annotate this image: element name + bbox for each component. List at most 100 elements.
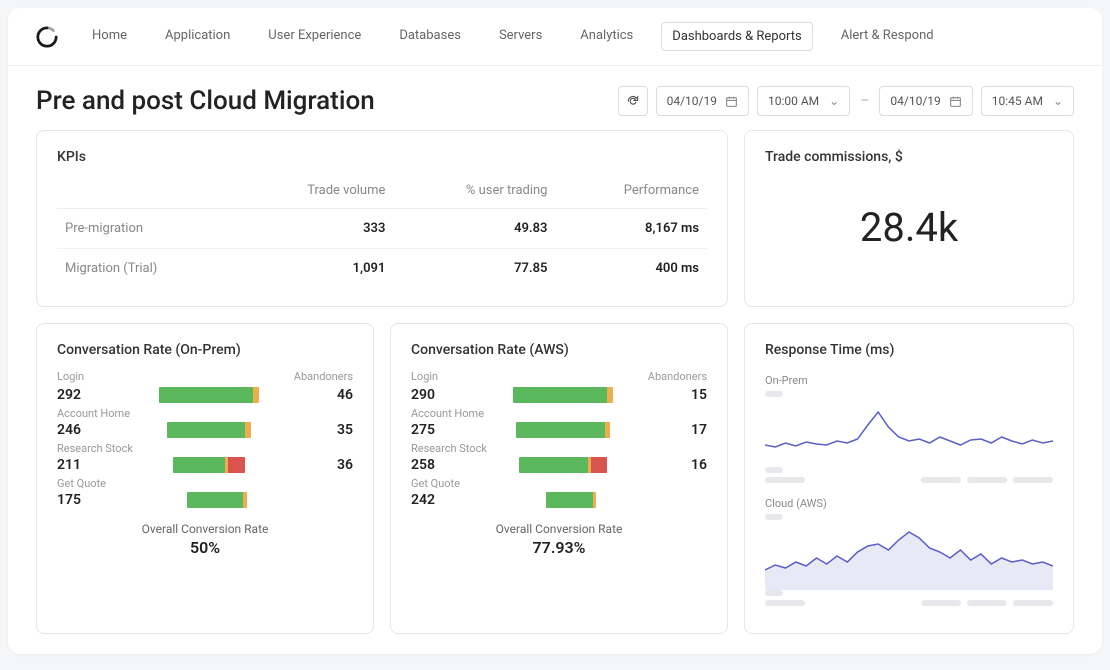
funnel-overall-pct: 77.93% — [411, 538, 707, 557]
placeholder-bar — [967, 477, 1007, 483]
calendar-icon — [949, 95, 962, 108]
funnel-seg-red — [228, 457, 245, 473]
funnel-step-value: 290 — [411, 387, 435, 403]
kpi-row: Pre-migration33349.838,167 ms — [57, 209, 707, 249]
time-start-picker[interactable]: 10:00 AM ⌄ — [757, 86, 850, 116]
funnel-step: Research Stock 258 16 — [411, 442, 707, 473]
date-start-value: 04/10/19 — [667, 94, 717, 108]
funnel-left-label: Login — [57, 370, 84, 383]
funnel-bar — [519, 457, 608, 473]
funnel-seg-green — [513, 387, 607, 403]
funnel-abandon-value: 17 — [691, 422, 707, 438]
kpi-col-header — [57, 177, 237, 209]
funnel-step-value: 242 — [411, 492, 435, 508]
funnel-seg-green — [187, 492, 243, 508]
funnel-step: Account Home 275 17 — [411, 407, 707, 438]
funnel-abandon-value: 46 — [337, 387, 353, 403]
funnel-overall: Overall Conversion Rate77.93% — [411, 522, 707, 557]
kpi-col-header: Performance — [555, 177, 707, 209]
nav-item-application[interactable]: Application — [155, 22, 240, 51]
funnel-step-value: 246 — [57, 422, 81, 438]
commissions-card: Trade commissions, $ 28.4k — [744, 130, 1074, 307]
date-start-picker[interactable]: 04/10/19 — [656, 86, 749, 116]
funnel-step-label: Account Home — [411, 407, 707, 420]
response-sub-cloud: Cloud (AWS) — [765, 497, 1053, 510]
funnel-step-label: Research Stock — [411, 442, 707, 455]
top-nav: Home Application User Experience Databases S… — [8, 8, 1102, 66]
kpi-value: 333 — [237, 209, 393, 249]
response-time-card: Response Time (ms) On-Prem Cloud (AWS) — [744, 323, 1074, 634]
funnel-step-value: 258 — [411, 457, 435, 473]
nav-item-home[interactable]: Home — [82, 22, 137, 51]
nav-item-analytics[interactable]: Analytics — [570, 22, 643, 51]
placeholder-bar — [1013, 477, 1053, 483]
funnel-bar — [516, 422, 611, 438]
kpi-col-header: Trade volume — [237, 177, 393, 209]
funnel-seg-green — [173, 457, 225, 473]
placeholder-row — [765, 600, 1053, 606]
placeholder-row — [765, 477, 1053, 483]
funnel-abandon-value: 16 — [691, 457, 707, 473]
funnel-seg-orange — [593, 492, 596, 508]
nav-item-servers[interactable]: Servers — [489, 22, 552, 51]
placeholder-bar — [765, 477, 805, 483]
kpi-row-label: Pre-migration — [57, 209, 237, 249]
kpi-value: 400 ms — [555, 249, 707, 289]
kpi-row-label: Migration (Trial) — [57, 249, 237, 289]
funnel-bar — [513, 387, 613, 403]
time-end-value: 10:45 AM — [992, 94, 1043, 108]
funnel-onprem-card: Conversation Rate (On-Prem) Login Abandone… — [36, 323, 374, 634]
nav-item-alert-respond[interactable]: Alert & Respond — [831, 22, 944, 51]
funnel-step: Account Home24635 — [57, 407, 353, 438]
funnel-title: Conversation Rate (On-Prem) — [57, 342, 353, 358]
funnel-overall-pct: 50% — [57, 538, 353, 557]
calendar-icon — [725, 95, 738, 108]
refresh-icon — [626, 94, 640, 108]
funnel-seg-green — [546, 492, 593, 508]
kpi-card: KPIs Trade volume% user tradingPerforman… — [36, 130, 728, 307]
nav-items: Home Application User Experience Databases S… — [82, 22, 944, 51]
placeholder-bar — [765, 600, 805, 606]
funnel-bar — [159, 387, 259, 403]
chevron-down-icon: ⌄ — [829, 94, 839, 108]
funnel-left-label: Login — [411, 370, 438, 383]
commissions-title: Trade commissions, $ — [765, 149, 1053, 165]
funnel-step: Get Quote175 — [57, 477, 353, 508]
sparkline-cloud — [765, 520, 1053, 590]
nav-item-user-experience[interactable]: User Experience — [258, 22, 371, 51]
funnel-title: Conversation Rate (AWS) — [411, 342, 707, 358]
funnel-step: Research Stock21136 — [57, 442, 353, 473]
date-end-picker[interactable]: 04/10/19 — [879, 86, 972, 116]
funnel-seg-orange — [245, 422, 251, 438]
funnel-step: 29246 — [57, 385, 353, 403]
funnel-bar — [173, 457, 245, 473]
time-start-value: 10:00 AM — [768, 94, 819, 108]
funnel-step-label: Research Stock — [57, 442, 353, 455]
placeholder-bar — [967, 600, 1007, 606]
range-separator: – — [858, 93, 871, 109]
kpi-col-header: % user trading — [393, 177, 555, 209]
placeholder-bar — [1013, 600, 1053, 606]
page-header: Pre and post Cloud Migration 04/10/19 10… — [8, 66, 1102, 130]
funnel-step-value: 211 — [57, 457, 81, 473]
kpi-value: 77.85 — [393, 249, 555, 289]
funnel-seg-green — [516, 422, 605, 438]
funnel-step-value: 275 — [411, 422, 435, 438]
refresh-button[interactable] — [618, 86, 648, 116]
nav-item-databases[interactable]: Databases — [389, 22, 471, 51]
funnel-seg-green — [159, 387, 253, 403]
placeholder-bar — [765, 467, 783, 473]
placeholder-bar — [921, 600, 961, 606]
funnel-seg-orange — [253, 387, 259, 403]
funnel-seg-orange — [605, 422, 611, 438]
kpi-row: Migration (Trial)1,09177.85400 ms — [57, 249, 707, 289]
nav-item-dashboards-reports[interactable]: Dashboards & Reports — [661, 22, 812, 51]
funnel-step-label: Get Quote — [411, 477, 707, 490]
date-end-value: 04/10/19 — [890, 94, 940, 108]
funnel-step: Get Quote 242 — [411, 477, 707, 508]
response-sub-onprem: On-Prem — [765, 374, 1053, 387]
commissions-value: 28.4k — [765, 204, 1053, 261]
time-end-picker[interactable]: 10:45 AM ⌄ — [981, 86, 1074, 116]
funnel-seg-green — [167, 422, 245, 438]
funnel-right-label: Abandoners — [294, 370, 353, 383]
